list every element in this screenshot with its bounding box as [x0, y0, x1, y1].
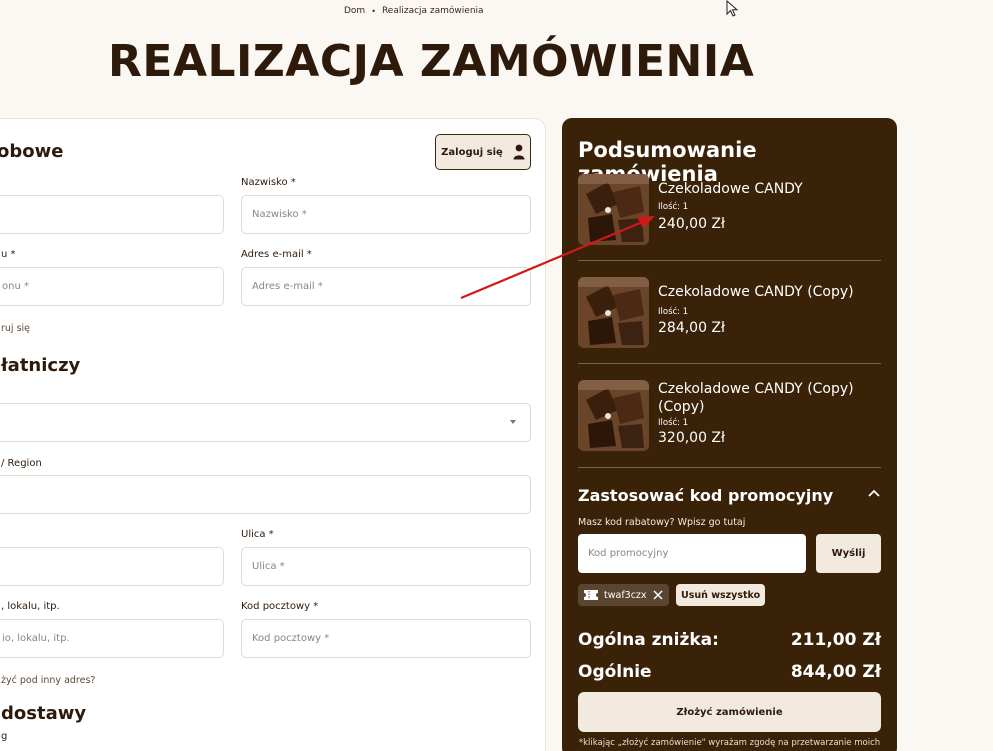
mouse-cursor-icon — [726, 0, 739, 17]
item-qty: Ilość: 1 — [658, 418, 689, 428]
promo-code-input[interactable]: Kod promocyjny — [578, 534, 806, 573]
item-name: Czekoladowe CANDY — [658, 181, 803, 197]
product-image[interactable] — [578, 277, 649, 348]
register-link[interactable]: ruj się — [1, 323, 30, 334]
cart-item: Czekoladowe CANDY Ilość: 1 240,00 Zł — [578, 174, 881, 260]
item-name: Czekoladowe CANDY (Copy) — [658, 284, 854, 300]
item-qty: Ilość: 1 — [658, 307, 689, 317]
discount-value: 211,00 Zł — [790, 630, 881, 650]
lastname-input[interactable]: Nazwisko * — [241, 195, 531, 234]
place-order-button[interactable]: Złożyć zamówienie — [578, 692, 881, 732]
postal-label: Kod pocztowy * — [241, 601, 319, 612]
apartment-label: , lokalu, itp. — [1, 601, 60, 612]
region-label: / Region — [1, 458, 42, 469]
page-title: REALIZACJA ZAMÓWIENIA — [108, 36, 755, 87]
product-image[interactable] — [578, 174, 649, 245]
apply-promo-button[interactable]: Wyślij — [816, 534, 881, 573]
breadcrumb-current: Realizacja zamówienia — [381, 6, 484, 16]
checkout-form: obowe Zaloguj się Nazwisko * Nazwisko * … — [0, 118, 546, 751]
apartment-input[interactable]: io, lokalu, itp. — [0, 619, 224, 658]
total-value: 844,00 Zł — [790, 662, 881, 682]
shipping-heading: dostawy — [1, 703, 87, 724]
postal-input[interactable]: Kod pocztowy * — [241, 619, 531, 658]
applied-coupon-tag: twaf3czx — [578, 584, 669, 606]
chevron-up-icon[interactable] — [868, 489, 880, 497]
order-summary: Podsumowanie zamówienia Czekoladowe CAND… — [562, 118, 897, 751]
total-label: Ogólnie — [578, 662, 652, 682]
email-label: Adres e-mail * — [241, 249, 312, 260]
breadcrumb-home[interactable]: Dom — [344, 6, 365, 16]
street-input[interactable]: Ulica * — [241, 547, 531, 586]
user-icon — [513, 144, 525, 160]
region-input[interactable] — [0, 475, 531, 514]
phone-label: u * — [1, 249, 16, 260]
phone-input[interactable]: onu * — [0, 267, 224, 306]
item-name: Czekoladowe CANDY (Copy) (Copy) — [658, 381, 854, 415]
consent-text: *klikając „złożyć zamówienie" wyrażam zg… — [578, 738, 881, 748]
street-label: Ulica * — [241, 529, 274, 540]
firstname-input[interactable] — [0, 195, 224, 234]
cart-item: Czekoladowe CANDY (Copy) (Copy) Ilość: 1… — [578, 380, 881, 466]
close-icon[interactable] — [653, 590, 663, 600]
country-select[interactable] — [0, 403, 531, 442]
promo-heading[interactable]: Zastosować kod promocyjny — [578, 486, 833, 505]
item-qty: Ilość: 1 — [658, 202, 689, 212]
divider — [578, 260, 881, 261]
personal-data-heading: obowe — [0, 141, 64, 162]
login-button[interactable]: Zaloguj się — [435, 134, 531, 170]
cart-item: Czekoladowe CANDY (Copy) Ilość: 1 284,00… — [578, 277, 881, 363]
breadcrumb-separator: • — [371, 6, 376, 16]
other-address-toggle[interactable]: żyć pod inny adres? — [1, 675, 95, 686]
divider — [578, 363, 881, 364]
item-price: 320,00 Zł — [658, 430, 726, 446]
product-image[interactable] — [578, 380, 649, 451]
login-button-label: Zaloguj się — [441, 146, 503, 158]
breadcrumb: Dom • Realizacja zamówienia — [344, 6, 484, 16]
promo-hint: Masz kod rabatowy? Wpisz go tutaj — [578, 517, 746, 528]
ticket-icon — [584, 590, 598, 600]
lastname-label: Nazwisko * — [241, 177, 296, 188]
total-row: Ogólnie 844,00 Zł — [578, 662, 881, 682]
billing-heading: łatniczy — [1, 355, 81, 376]
discount-label: Ogólna zniżka: — [578, 630, 719, 650]
remove-all-coupons-button[interactable]: Usuń wszystko — [676, 584, 766, 606]
city-input[interactable] — [0, 547, 224, 586]
coupon-code: twaf3czx — [604, 589, 647, 601]
discount-row: Ogólna zniżka: 211,00 Zł — [578, 630, 881, 650]
email-input[interactable]: Adres e-mail * — [241, 267, 531, 306]
item-price: 240,00 Zł — [658, 216, 726, 232]
shipping-option-label: g — [1, 731, 8, 742]
divider — [578, 467, 881, 468]
chevron-down-icon — [510, 420, 516, 424]
item-price: 284,00 Zł — [658, 320, 726, 336]
